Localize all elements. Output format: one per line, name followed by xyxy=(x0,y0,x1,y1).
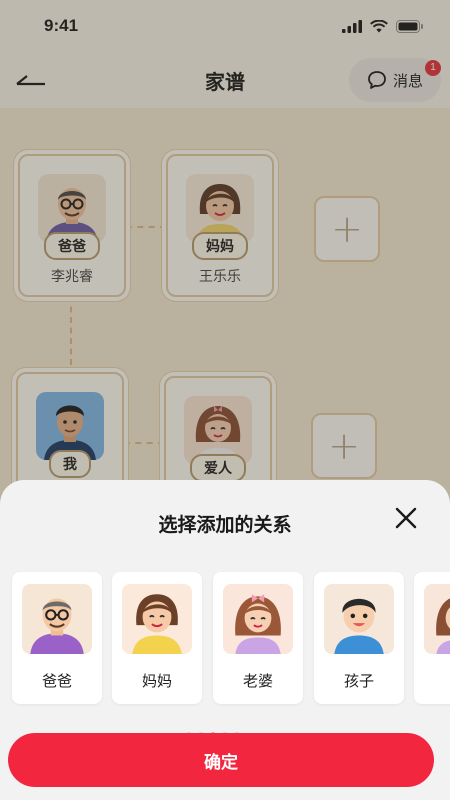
avatar xyxy=(22,584,92,654)
family-tree-screen: 9:41 家谱 消息 1 爸爸 李兆睿 妈妈 王乐乐 + 我 爱人 + 选择添加… xyxy=(0,0,450,800)
avatar xyxy=(122,584,192,654)
relation-option-mother[interactable]: 妈妈 xyxy=(112,572,202,704)
boy-icon xyxy=(324,584,394,654)
close-icon xyxy=(395,507,417,529)
option-label: 孩子 xyxy=(343,672,374,690)
avatar xyxy=(223,584,293,654)
confirm-button[interactable]: 确定 xyxy=(8,733,434,787)
relation-picker-sheet: 选择添加的关系 爸爸 妈妈 老婆 孩子 确定 xyxy=(0,480,450,800)
relation-option-wife[interactable]: 老婆 xyxy=(213,572,303,704)
relation-options: 爸爸 妈妈 老婆 孩子 xyxy=(12,572,450,708)
option-label: 爸爸 xyxy=(41,672,72,690)
avatar xyxy=(424,584,450,654)
sheet-title: 选择添加的关系 xyxy=(158,514,292,536)
relation-option-father[interactable]: 爸爸 xyxy=(12,572,102,704)
mother-icon xyxy=(122,584,192,654)
relation-option-child[interactable]: 孩子 xyxy=(314,572,404,704)
wife-bow-icon xyxy=(223,584,293,654)
option-label: 老婆 xyxy=(242,672,273,690)
partial-avatar-icon xyxy=(424,584,450,654)
relation-option-partial[interactable] xyxy=(414,572,450,704)
close-button[interactable] xyxy=(392,504,420,532)
avatar xyxy=(324,584,394,654)
grandpa-glasses-icon xyxy=(22,584,92,654)
option-label: 妈妈 xyxy=(141,672,172,690)
